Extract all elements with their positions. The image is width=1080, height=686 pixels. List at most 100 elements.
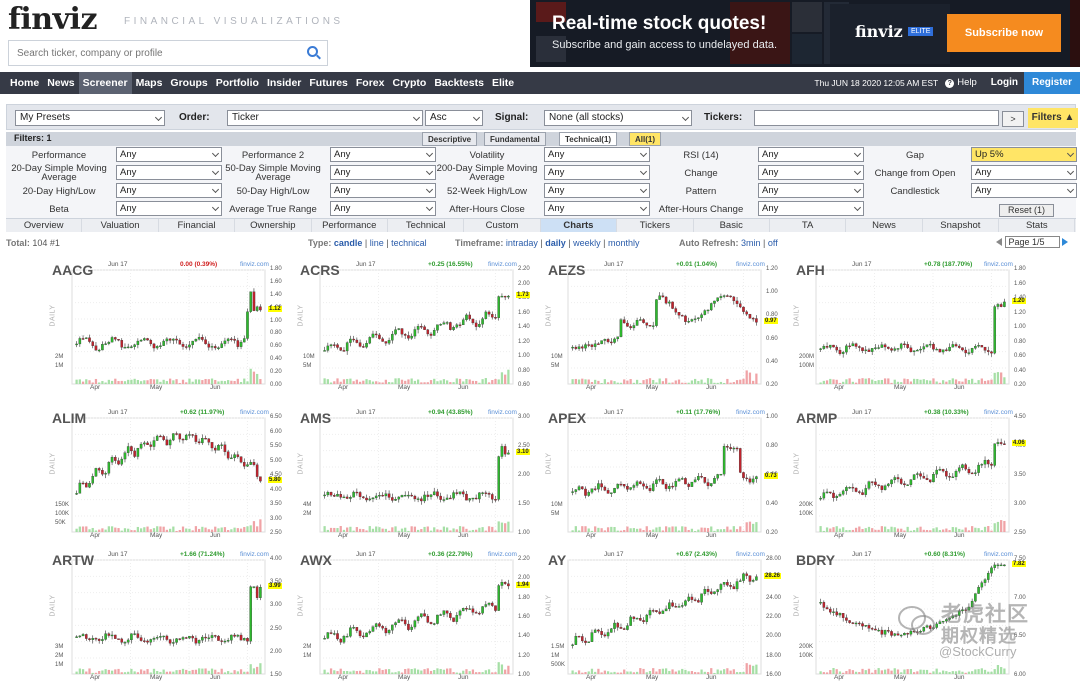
nav-insider[interactable]: Insider	[263, 72, 305, 94]
chart-ticker[interactable]: AACG	[52, 262, 93, 278]
stock-chart[interactable]: AACG Jun 17 0.00 (0.39%) finviz.com DAILY 2M 1…	[50, 256, 290, 396]
chart-ticker[interactable]: ARMP	[796, 410, 837, 426]
tickers-go-button[interactable]: >	[1002, 111, 1024, 127]
filter-select[interactable]: Any	[330, 147, 436, 162]
option-off[interactable]: off	[768, 238, 778, 248]
chart-ticker[interactable]: AFH	[796, 262, 825, 278]
filter-select[interactable]: Any	[330, 201, 436, 216]
ad-banner[interactable]: Real-time stock quotes! Subscribe and ga…	[530, 0, 1080, 67]
view-tab-financial[interactable]: Financial	[159, 219, 236, 232]
filter-select[interactable]: Any	[544, 147, 650, 162]
view-tab-charts[interactable]: Charts	[540, 219, 618, 232]
tab-fundamental[interactable]: Fundamental	[484, 132, 546, 146]
filter-select[interactable]: Any	[116, 201, 222, 216]
filter-select[interactable]: Any	[758, 165, 864, 180]
filter-select[interactable]: Any	[116, 183, 222, 198]
stock-chart[interactable]: AMS Jun 17 +0.94 (43.85%) finviz.com DAILY 4M…	[298, 404, 538, 544]
stock-chart[interactable]: AWX Jun 17 +0.36 (22.79%) finviz.com DAILY 2M…	[298, 546, 538, 686]
filter-select[interactable]: Any	[116, 147, 222, 162]
prev-page-icon[interactable]	[996, 238, 1002, 246]
option-daily[interactable]: daily	[545, 238, 566, 248]
filter-select[interactable]: Any	[544, 165, 650, 180]
nav-portfolio[interactable]: Portfolio	[212, 72, 263, 94]
subscribe-button[interactable]: Subscribe now	[947, 14, 1061, 52]
view-tab-basic[interactable]: Basic	[694, 219, 770, 232]
next-page-icon[interactable]	[1062, 238, 1069, 246]
view-tab-technical[interactable]: Technical	[388, 219, 465, 232]
view-tab-custom[interactable]: Custom	[464, 219, 541, 232]
stock-chart[interactable]: ACRS Jun 17 +0.25 (16.55%) finviz.com DAILY 1…	[298, 256, 538, 396]
view-tab-ownership[interactable]: Ownership	[235, 219, 312, 232]
stock-chart[interactable]: ARMP Jun 17 +0.38 (10.33%) finviz.com DAILY 2…	[794, 404, 1034, 544]
help-link[interactable]: ? Help	[945, 72, 977, 94]
nav-futures[interactable]: Futures	[305, 72, 352, 94]
search-icon[interactable]	[307, 46, 318, 57]
filter-select[interactable]: Any	[544, 183, 650, 198]
stock-chart[interactable]: ALIM Jun 17 +0.62 (11.97%) finviz.com DAILY 1…	[50, 404, 290, 544]
view-tab-performance[interactable]: Performance	[312, 219, 388, 232]
nav-home[interactable]: Home	[6, 72, 43, 94]
view-tab-overview[interactable]: Overview	[6, 219, 83, 232]
chart-ticker[interactable]: APEX	[548, 410, 586, 426]
filter-select[interactable]: Any	[971, 165, 1077, 180]
stock-chart[interactable]: AEZS Jun 17 +0.01 (1.04%) finviz.com DAILY 10…	[546, 256, 786, 396]
chart-ticker[interactable]: BDRY	[796, 552, 835, 568]
stock-chart[interactable]: AFH Jun 17 +0.78 (187.70%) finviz.com DAILY 2…	[794, 256, 1034, 396]
filter-select[interactable]: Any	[971, 183, 1077, 198]
filter-select[interactable]: Any	[330, 165, 436, 180]
finviz-logo[interactable]: finviz	[8, 2, 97, 37]
reset-filters-button[interactable]: Reset (1)	[999, 204, 1054, 217]
option-line[interactable]: line	[370, 238, 384, 248]
chart-ticker[interactable]: ALIM	[52, 410, 86, 426]
filter-select[interactable]: Up 5%	[971, 147, 1077, 162]
nav-groups[interactable]: Groups	[166, 72, 211, 94]
view-tab-valuation[interactable]: Valuation	[82, 219, 159, 232]
register-link[interactable]: Register	[1023, 72, 1080, 94]
chart-ticker[interactable]: AMS	[300, 410, 331, 426]
chart-ticker[interactable]: AEZS	[548, 262, 585, 278]
option-intraday[interactable]: intraday	[506, 238, 538, 248]
chart-ticker[interactable]: ACRS	[300, 262, 340, 278]
filter-select[interactable]: Any	[116, 165, 222, 180]
option-monthly[interactable]: monthly	[608, 238, 640, 248]
option-weekly[interactable]: weekly	[573, 238, 601, 248]
view-tab-news[interactable]: News	[846, 219, 923, 232]
filter-select[interactable]: Any	[758, 201, 864, 216]
order-select[interactable]: Ticker	[227, 110, 423, 126]
nav-backtests[interactable]: Backtests	[430, 72, 488, 94]
tab-technical[interactable]: Technical(1)	[559, 132, 618, 146]
filters-toggle-button[interactable]: Filters ▲	[1028, 108, 1078, 128]
view-tab-tickers[interactable]: Tickers	[617, 219, 694, 232]
nav-elite[interactable]: Elite	[488, 72, 518, 94]
stock-chart[interactable]: AY Jun 17 +0.67 (2.43%) finviz.com DAILY 1.5M…	[546, 546, 786, 686]
nav-forex[interactable]: Forex	[352, 72, 389, 94]
view-tab-snapshot[interactable]: Snapshot	[923, 219, 1000, 232]
tab-descriptive[interactable]: Descriptive	[422, 132, 478, 146]
tickers-input[interactable]	[754, 110, 999, 126]
nav-crypto[interactable]: Crypto	[388, 72, 430, 94]
chart-ticker[interactable]: AY	[548, 552, 566, 568]
page-select[interactable]: Page 1/5	[1004, 236, 1060, 248]
chart-ticker[interactable]: ARTW	[52, 552, 94, 568]
tab-all[interactable]: All(1)	[629, 132, 661, 146]
search-input[interactable]	[9, 41, 294, 65]
stock-chart[interactable]: APEX Jun 17 +0.11 (17.76%) finviz.com DAILY 1…	[546, 404, 786, 544]
login-link[interactable]: Login	[985, 72, 1024, 94]
view-tab-ta[interactable]: TA	[770, 219, 847, 232]
filter-select[interactable]: Any	[544, 201, 650, 216]
nav-news[interactable]: News	[43, 72, 78, 94]
filter-select[interactable]: Any	[330, 183, 436, 198]
stock-chart[interactable]: ARTW Jun 17 +1.66 (71.24%) finviz.com DAILY 3…	[50, 546, 290, 686]
signal-select[interactable]: None (all stocks)	[544, 110, 692, 126]
view-tab-stats[interactable]: Stats	[999, 219, 1076, 232]
filter-select[interactable]: Any	[758, 147, 864, 162]
order-direction-select[interactable]: Asc	[425, 110, 483, 126]
presets-select[interactable]: My Presets	[15, 110, 165, 126]
option-3min[interactable]: 3min	[741, 238, 761, 248]
option-technical[interactable]: technical	[391, 238, 427, 248]
option-candle[interactable]: candle	[334, 238, 363, 248]
chart-ticker[interactable]: AWX	[300, 552, 332, 568]
nav-screener[interactable]: Screener	[78, 72, 132, 94]
filter-select[interactable]: Any	[758, 183, 864, 198]
nav-maps[interactable]: Maps	[132, 72, 167, 94]
